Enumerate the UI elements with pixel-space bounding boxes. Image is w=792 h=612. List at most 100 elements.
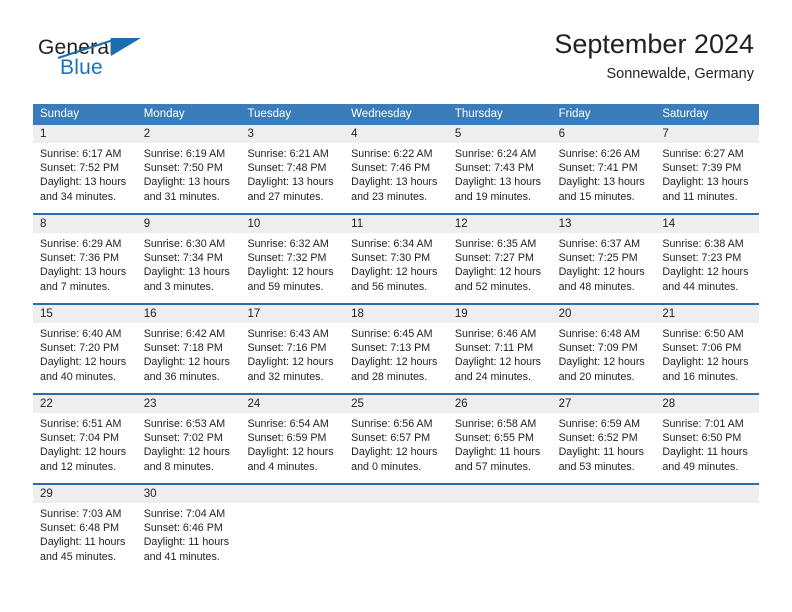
day-cell[interactable]: 26 Sunrise: 6:58 AM Sunset: 6:55 PM Dayl…: [447, 395, 552, 483]
week-row: 22 Sunrise: 6:51 AM Sunset: 7:04 PM Dayl…: [33, 393, 760, 483]
sunset-text: Sunset: 7:43 PM: [454, 162, 534, 175]
day-cell[interactable]: 4 Sunrise: 6:22 AM Sunset: 7:46 PM Dayli…: [344, 125, 448, 213]
daylight-text-line1: Daylight: 12 hours: [662, 266, 749, 279]
sunrise-text: Sunrise: 6:26 AM: [558, 148, 640, 160]
daylight-text-line1: Daylight: 13 hours: [247, 176, 334, 189]
day-details: Sunrise: 6:32 AM Sunset: 7:32 PM Dayligh…: [240, 233, 344, 303]
sunset-text: Sunset: 7:02 PM: [143, 432, 223, 445]
day-details: Sunrise: 6:56 AM Sunset: 6:57 PM Dayligh…: [344, 413, 448, 483]
day-cell[interactable]: 29 Sunrise: 7:03 AM Sunset: 6:48 PM Dayl…: [33, 485, 137, 573]
title-block: September 2024 Sonnewalde, Germany: [554, 28, 754, 84]
calendar-grid: Sunday Monday Tuesday Wednesday Thursday…: [33, 104, 760, 573]
day-cell[interactable]: 14 Sunrise: 6:38 AM Sunset: 7:23 PM Dayl…: [655, 215, 760, 303]
sunset-text: Sunset: 7:20 PM: [40, 342, 120, 355]
brand-logo[interactable]: General Blue: [38, 36, 258, 88]
day-details: [344, 503, 448, 573]
week-row: 29 Sunrise: 7:03 AM Sunset: 6:48 PM Dayl…: [33, 483, 760, 573]
day-details: Sunrise: 6:45 AM Sunset: 7:13 PM Dayligh…: [344, 323, 448, 393]
day-number: 19: [447, 305, 552, 323]
day-cell[interactable]: 28 Sunrise: 7:01 AM Sunset: 6:50 PM Dayl…: [655, 395, 760, 483]
daylight-text-line1: Daylight: 13 hours: [40, 176, 127, 189]
sunset-text: Sunset: 7:30 PM: [351, 252, 431, 265]
day-cell[interactable]: 1 Sunrise: 6:17 AM Sunset: 7:52 PM Dayli…: [33, 125, 137, 213]
daylight-text-line1: Daylight: 12 hours: [454, 266, 542, 279]
day-details: Sunrise: 7:03 AM Sunset: 6:48 PM Dayligh…: [33, 503, 137, 573]
day-number: 5: [447, 125, 552, 143]
day-cell[interactable]: 7 Sunrise: 6:27 AM Sunset: 7:39 PM Dayli…: [655, 125, 760, 213]
daylight-text-line2: and 23 minutes.: [351, 190, 428, 203]
day-cell[interactable]: 3 Sunrise: 6:21 AM Sunset: 7:48 PM Dayli…: [240, 125, 345, 213]
daylight-text-line1: Daylight: 12 hours: [351, 356, 438, 369]
day-details: Sunrise: 7:01 AM Sunset: 6:50 PM Dayligh…: [655, 413, 759, 483]
day-cell[interactable]: 12 Sunrise: 6:35 AM Sunset: 7:27 PM Dayl…: [447, 215, 552, 303]
brand-word-blue: Blue: [60, 56, 103, 79]
sunset-text: Sunset: 7:48 PM: [247, 162, 327, 175]
daylight-text-line1: Daylight: 11 hours: [558, 446, 644, 459]
daylight-text-line2: and 36 minutes.: [143, 370, 220, 383]
sunrise-text: Sunrise: 6:56 AM: [351, 418, 433, 430]
day-cell[interactable]: 27 Sunrise: 6:59 AM Sunset: 6:52 PM Dayl…: [551, 395, 656, 483]
daylight-text-line1: Daylight: 13 hours: [143, 176, 230, 189]
sunrise-text: Sunrise: 6:40 AM: [40, 328, 122, 340]
daylight-text-line1: Daylight: 12 hours: [143, 446, 230, 459]
daylight-text-line2: and 16 minutes.: [662, 370, 739, 383]
daylight-text-line1: Daylight: 13 hours: [143, 266, 230, 279]
sunset-text: Sunset: 6:46 PM: [143, 522, 223, 535]
day-cell-empty: [447, 485, 552, 573]
daylight-text-line1: Daylight: 13 hours: [40, 266, 127, 279]
weekday-header-wednesday: Wednesday: [351, 108, 412, 120]
day-number: [551, 485, 656, 503]
day-cell[interactable]: 10 Sunrise: 6:32 AM Sunset: 7:32 PM Dayl…: [240, 215, 345, 303]
day-cell[interactable]: 20 Sunrise: 6:48 AM Sunset: 7:09 PM Dayl…: [551, 305, 656, 393]
sunrise-text: Sunrise: 7:03 AM: [40, 508, 122, 520]
sunset-text: Sunset: 7:39 PM: [662, 162, 742, 175]
day-details: Sunrise: 6:21 AM Sunset: 7:48 PM Dayligh…: [240, 143, 344, 213]
daylight-text-line2: and 3 minutes.: [143, 280, 214, 293]
day-cell[interactable]: 11 Sunrise: 6:34 AM Sunset: 7:30 PM Dayl…: [344, 215, 448, 303]
day-cell[interactable]: 24 Sunrise: 6:54 AM Sunset: 6:59 PM Dayl…: [240, 395, 345, 483]
sunset-text: Sunset: 7:36 PM: [40, 252, 120, 265]
day-cell[interactable]: 18 Sunrise: 6:45 AM Sunset: 7:13 PM Dayl…: [344, 305, 448, 393]
daylight-text-line1: Daylight: 12 hours: [247, 356, 334, 369]
day-number: 2: [136, 125, 241, 143]
daylight-text-line1: Daylight: 12 hours: [351, 266, 438, 279]
day-cell[interactable]: 13 Sunrise: 6:37 AM Sunset: 7:25 PM Dayl…: [551, 215, 656, 303]
day-cell[interactable]: 23 Sunrise: 6:53 AM Sunset: 7:02 PM Dayl…: [136, 395, 241, 483]
day-cell[interactable]: 17 Sunrise: 6:43 AM Sunset: 7:16 PM Dayl…: [240, 305, 345, 393]
day-cell[interactable]: 15 Sunrise: 6:40 AM Sunset: 7:20 PM Dayl…: [33, 305, 137, 393]
weekday-header-tuesday: Tuesday: [247, 108, 292, 120]
sunset-text: Sunset: 7:27 PM: [454, 252, 534, 265]
daylight-text-line2: and 7 minutes.: [40, 280, 111, 293]
sunset-text: Sunset: 7:06 PM: [662, 342, 742, 355]
daylight-text-line2: and 59 minutes.: [247, 280, 324, 293]
day-cell[interactable]: 22 Sunrise: 6:51 AM Sunset: 7:04 PM Dayl…: [33, 395, 137, 483]
day-number: 10: [240, 215, 345, 233]
day-number: [240, 485, 345, 503]
day-cell-empty: [655, 485, 760, 573]
sunset-text: Sunset: 6:50 PM: [662, 432, 742, 445]
day-cell[interactable]: 8 Sunrise: 6:29 AM Sunset: 7:36 PM Dayli…: [33, 215, 137, 303]
daylight-text-line2: and 32 minutes.: [247, 370, 324, 383]
sunset-text: Sunset: 6:57 PM: [351, 432, 431, 445]
day-cell[interactable]: 25 Sunrise: 6:56 AM Sunset: 6:57 PM Dayl…: [344, 395, 448, 483]
daylight-text-line1: Daylight: 11 hours: [40, 536, 126, 549]
week-row: 15 Sunrise: 6:40 AM Sunset: 7:20 PM Dayl…: [33, 303, 760, 393]
daylight-text-line1: Daylight: 11 hours: [662, 446, 748, 459]
day-cell[interactable]: 30 Sunrise: 7:04 AM Sunset: 6:46 PM Dayl…: [136, 485, 241, 573]
daylight-text-line2: and 19 minutes.: [454, 190, 531, 203]
day-cell[interactable]: 9 Sunrise: 6:30 AM Sunset: 7:34 PM Dayli…: [136, 215, 241, 303]
day-cell[interactable]: 21 Sunrise: 6:50 AM Sunset: 7:06 PM Dayl…: [655, 305, 760, 393]
sunrise-text: Sunrise: 6:37 AM: [558, 238, 640, 250]
day-cell[interactable]: 6 Sunrise: 6:26 AM Sunset: 7:41 PM Dayli…: [551, 125, 656, 213]
day-cell[interactable]: 16 Sunrise: 6:42 AM Sunset: 7:18 PM Dayl…: [136, 305, 241, 393]
day-number: 26: [447, 395, 552, 413]
sunset-text: Sunset: 7:23 PM: [662, 252, 742, 265]
daylight-text-line2: and 15 minutes.: [558, 190, 635, 203]
day-details: Sunrise: 6:51 AM Sunset: 7:04 PM Dayligh…: [33, 413, 137, 483]
day-details: Sunrise: 6:27 AM Sunset: 7:39 PM Dayligh…: [655, 143, 759, 213]
day-cell[interactable]: 19 Sunrise: 6:46 AM Sunset: 7:11 PM Dayl…: [447, 305, 552, 393]
day-cell[interactable]: 2 Sunrise: 6:19 AM Sunset: 7:50 PM Dayli…: [136, 125, 241, 213]
daylight-text-line1: Daylight: 12 hours: [454, 356, 542, 369]
day-cell[interactable]: 5 Sunrise: 6:24 AM Sunset: 7:43 PM Dayli…: [447, 125, 552, 213]
day-details: Sunrise: 6:54 AM Sunset: 6:59 PM Dayligh…: [240, 413, 344, 483]
